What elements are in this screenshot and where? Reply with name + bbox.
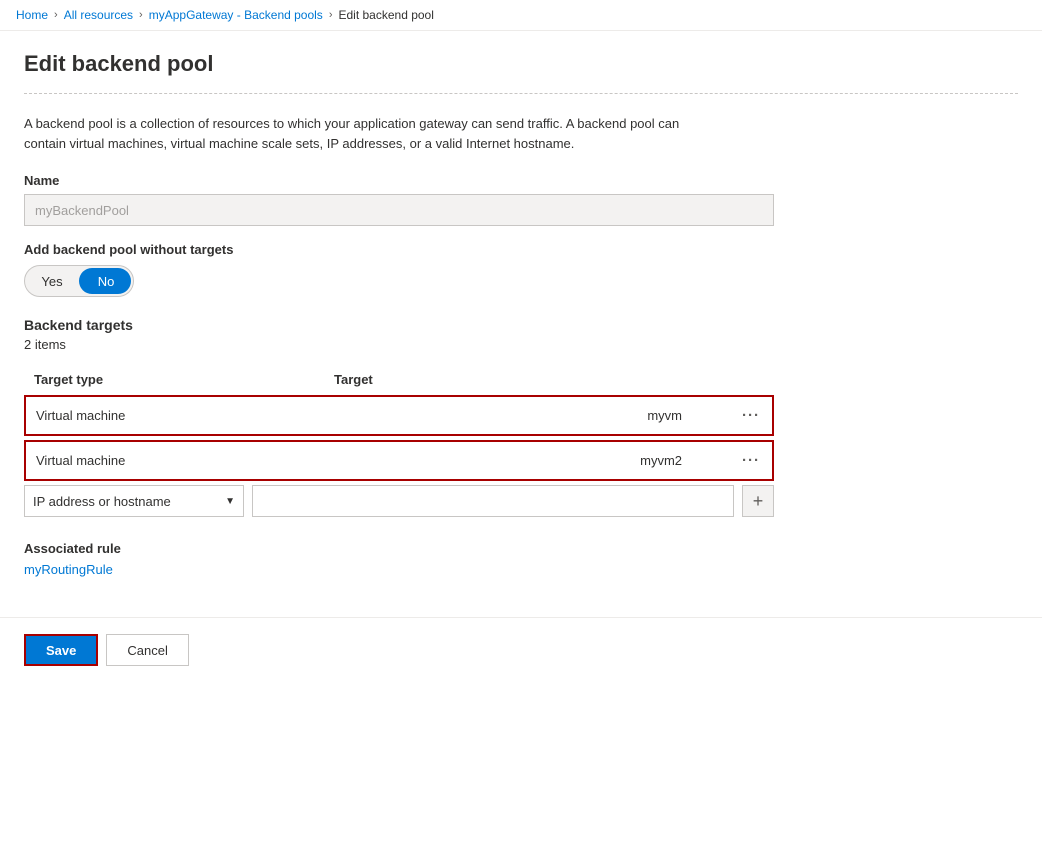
add-icon: + [753,491,764,512]
row2-actions: ··· [682,450,762,471]
row1-target: myvm [336,408,682,423]
breadcrumb-sep-1: › [54,9,58,21]
breadcrumb-home[interactable]: Home [16,8,48,22]
save-button[interactable]: Save [24,634,98,666]
target-type-dropdown[interactable]: IP address or hostname ▼ [24,485,244,517]
breadcrumb: Home › All resources › myAppGateway - Ba… [0,0,1042,31]
page-title: Edit backend pool [24,51,1018,77]
table-row: Virtual machine myvm ··· [24,395,774,436]
divider [24,93,1018,94]
table-header: Target type Target [24,364,774,395]
row1-more-button[interactable]: ··· [740,405,762,426]
row1-actions: ··· [682,405,762,426]
new-row: IP address or hostname ▼ + [24,485,774,517]
associated-rule-label: Associated rule [24,541,1018,556]
name-label: Name [24,173,1018,188]
breadcrumb-all-resources[interactable]: All resources [64,8,133,22]
toggle-yes-option[interactable]: Yes [25,274,79,289]
backend-targets-header: Backend targets [24,317,1018,333]
breadcrumb-app-gateway[interactable]: myAppGateway - Backend pools [149,8,323,22]
row1-type: Virtual machine [36,408,336,423]
col-type-header: Target type [34,372,334,387]
table-row: Virtual machine myvm2 ··· [24,440,774,481]
items-count: 2 items [24,337,1018,352]
associated-rule-section: Associated rule myRoutingRule [24,541,1018,577]
row2-more-button[interactable]: ··· [740,450,762,471]
chevron-down-icon: ▼ [225,496,235,507]
breadcrumb-current: Edit backend pool [338,8,433,22]
dropdown-label: IP address or hostname [33,494,171,509]
toggle-backend-pool[interactable]: Yes No [24,265,134,297]
row1-delete-button[interactable] [726,414,730,418]
footer: Save Cancel [0,617,1042,682]
cancel-button[interactable]: Cancel [106,634,188,666]
page-description: A backend pool is a collection of resour… [24,114,704,153]
breadcrumb-sep-3: › [329,9,333,21]
row2-delete-button[interactable] [726,459,730,463]
row2-target: myvm2 [336,453,682,468]
breadcrumb-sep-2: › [139,9,143,21]
name-input[interactable] [24,194,774,226]
target-value-input[interactable] [252,485,734,517]
rule-link[interactable]: myRoutingRule [24,562,113,577]
col-target-header: Target [334,372,684,387]
row2-type: Virtual machine [36,453,336,468]
toggle-no-option[interactable]: No [79,274,133,289]
add-row-button[interactable]: + [742,485,774,517]
toggle-section-label: Add backend pool without targets [24,242,1018,257]
